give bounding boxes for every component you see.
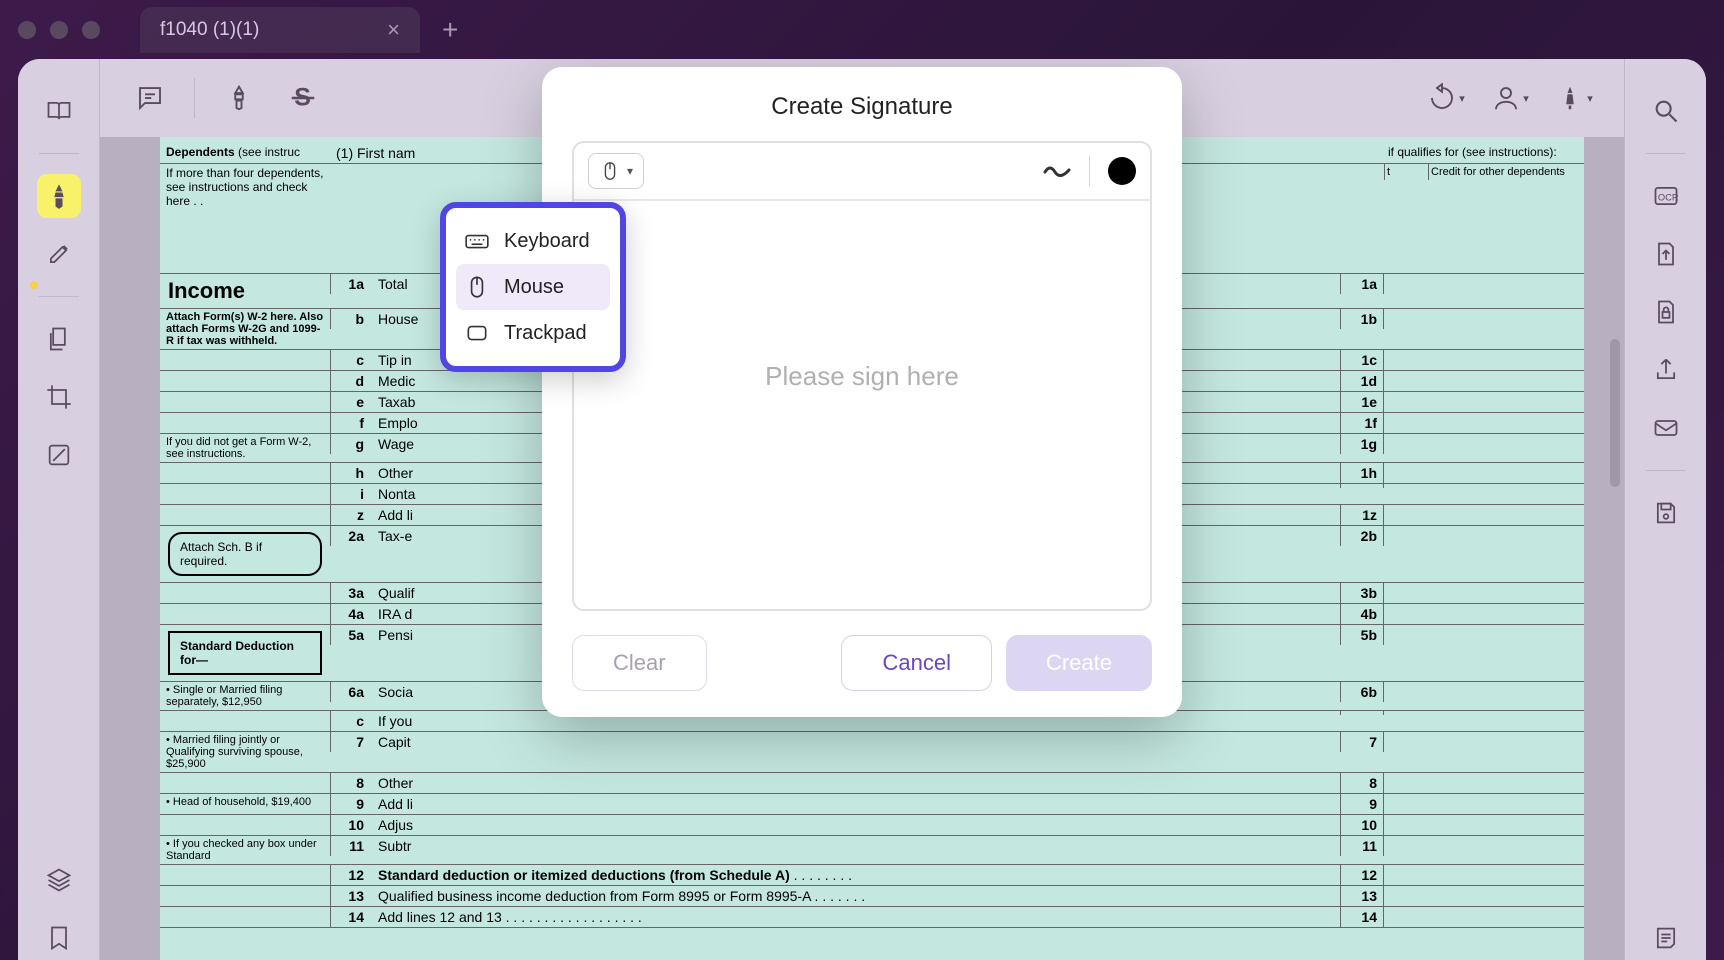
search-button[interactable]	[1644, 89, 1688, 133]
redact-icon	[45, 441, 73, 469]
left-sidebar	[18, 59, 100, 960]
method-mouse[interactable]: Mouse	[456, 264, 610, 310]
share-icon	[1652, 356, 1680, 384]
keyboard-icon	[464, 228, 490, 254]
signature-toolbar: ▾	[574, 143, 1150, 201]
modal-overlay: Create Signature ▾	[100, 59, 1624, 960]
mouse-icon	[599, 160, 621, 182]
notes-button[interactable]	[1644, 916, 1688, 960]
stroke-style-button[interactable]	[1043, 160, 1071, 183]
pages-button[interactable]	[37, 317, 81, 361]
share-button[interactable]	[1644, 348, 1688, 392]
bookmarks-button[interactable]	[37, 916, 81, 960]
signature-color-picker[interactable]	[1108, 157, 1136, 185]
signature-method-menu: Keyboard Mouse Trackpad	[440, 202, 626, 372]
close-window[interactable]	[18, 21, 36, 39]
lock-file-icon	[1652, 298, 1680, 326]
window-controls	[18, 21, 100, 39]
cancel-button[interactable]: Cancel	[841, 635, 991, 691]
separator	[39, 153, 79, 154]
document-tab[interactable]: f1040 (1)(1) ×	[140, 7, 420, 53]
redact-button[interactable]	[37, 433, 81, 477]
crop-icon	[45, 383, 73, 411]
edit-icon	[45, 240, 73, 268]
minimize-window[interactable]	[50, 21, 68, 39]
separator	[1089, 156, 1090, 186]
mouse-icon	[464, 274, 490, 300]
squiggle-icon	[1043, 160, 1071, 178]
ocr-icon: OCR	[1652, 182, 1680, 210]
dropdown-label: Keyboard	[504, 230, 590, 253]
modal-title: Create Signature	[572, 93, 1152, 121]
right-sidebar: OCR	[1624, 59, 1706, 960]
pages-icon	[45, 325, 73, 353]
note-icon	[1652, 924, 1680, 952]
svg-text:OCR: OCR	[1657, 193, 1678, 203]
method-keyboard[interactable]: Keyboard	[456, 218, 610, 264]
crop-button[interactable]	[37, 375, 81, 419]
ocr-button[interactable]: OCR	[1644, 174, 1688, 218]
highlighter-button[interactable]	[37, 174, 81, 218]
save-icon	[1652, 499, 1680, 527]
tab-bar: f1040 (1)(1) × +	[140, 7, 458, 53]
reading-mode-button[interactable]	[37, 89, 81, 133]
signature-placeholder[interactable]: Please sign here	[765, 361, 959, 392]
dropdown-label: Trackpad	[504, 322, 587, 345]
indicator-dot	[30, 281, 38, 289]
close-tab-icon[interactable]: ×	[387, 17, 400, 43]
mail-icon	[1652, 414, 1680, 442]
convert-icon	[1652, 240, 1680, 268]
mail-button[interactable]	[1644, 406, 1688, 450]
dropdown-caret-icon: ▾	[627, 164, 633, 178]
clear-button[interactable]: Clear	[572, 635, 707, 691]
signature-area: ▾ Please sign here	[572, 141, 1152, 611]
dropdown-label: Mouse	[504, 276, 564, 299]
search-icon	[1652, 97, 1680, 125]
separator	[1646, 153, 1686, 154]
bookmark-icon	[45, 924, 73, 952]
layers-icon	[45, 866, 73, 894]
titlebar: f1040 (1)(1) × +	[0, 0, 1724, 59]
separator	[39, 296, 79, 297]
content-area: S ▾ ▾ ▾ Dependents (see instruc (1) Firs…	[100, 59, 1624, 960]
save-button[interactable]	[1644, 491, 1688, 535]
book-icon	[45, 97, 73, 125]
signature-method-dropdown[interactable]: ▾	[588, 153, 644, 189]
trackpad-icon	[464, 320, 490, 346]
highlighter-icon	[45, 182, 73, 210]
maximize-window[interactable]	[82, 21, 100, 39]
create-button[interactable]: Create	[1006, 635, 1152, 691]
new-tab-button[interactable]: +	[442, 14, 458, 46]
convert-button[interactable]	[1644, 232, 1688, 276]
create-signature-modal: Create Signature ▾	[542, 67, 1182, 717]
layers-button[interactable]	[37, 858, 81, 902]
modal-buttons: Clear Cancel Create	[572, 635, 1152, 691]
app-window: S ▾ ▾ ▾ Dependents (see instruc (1) Firs…	[18, 59, 1706, 960]
tab-title: f1040 (1)(1)	[160, 19, 259, 41]
lock-button[interactable]	[1644, 290, 1688, 334]
separator	[1646, 470, 1686, 471]
method-trackpad[interactable]: Trackpad	[456, 310, 610, 356]
annotation-button[interactable]	[37, 232, 81, 276]
